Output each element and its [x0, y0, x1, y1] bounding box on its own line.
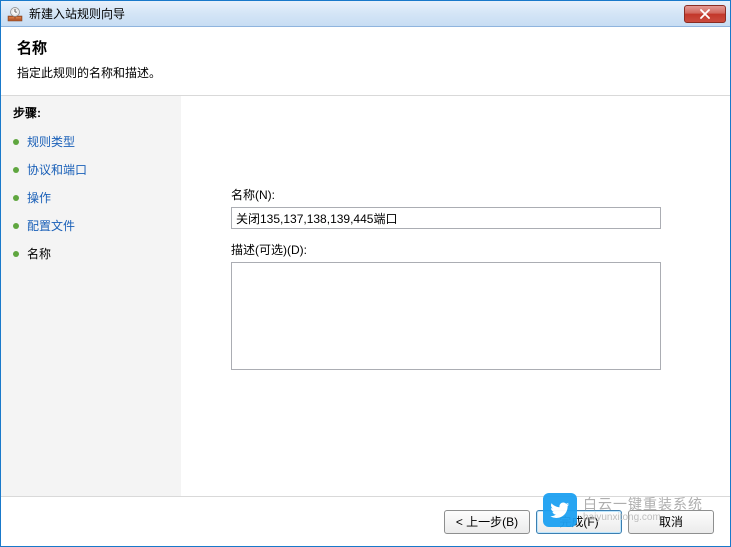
- description-label: 描述(可选)(D):: [231, 241, 680, 258]
- step-label: 名称: [27, 245, 51, 262]
- step-label: 操作: [27, 189, 51, 206]
- step-name[interactable]: 名称: [13, 245, 171, 262]
- steps-heading: 步骤:: [13, 104, 171, 121]
- name-input[interactable]: [231, 207, 661, 229]
- cancel-button[interactable]: 取消: [628, 510, 714, 534]
- titlebar: 新建入站规则向导: [1, 1, 730, 27]
- footer: < 上一步(B) 完成(F) 取消: [1, 496, 730, 546]
- back-button[interactable]: < 上一步(B): [444, 510, 530, 534]
- page-subtitle: 指定此规则的名称和描述。: [17, 64, 714, 81]
- close-button[interactable]: [684, 5, 726, 23]
- bullet-icon: [13, 167, 19, 173]
- wizard-dialog: 新建入站规则向导 名称 指定此规则的名称和描述。 步骤: 规则类型 协议和端口 …: [0, 0, 731, 547]
- step-profile[interactable]: 配置文件: [13, 217, 171, 234]
- step-label: 规则类型: [27, 133, 75, 150]
- step-label: 协议和端口: [27, 161, 87, 178]
- step-rule-type[interactable]: 规则类型: [13, 133, 171, 150]
- sidebar: 步骤: 规则类型 协议和端口 操作 配置文件 名称: [1, 96, 181, 496]
- app-icon: [7, 6, 23, 22]
- bullet-icon: [13, 139, 19, 145]
- close-icon: [700, 9, 710, 19]
- step-label: 配置文件: [27, 217, 75, 234]
- step-protocol-port[interactable]: 协议和端口: [13, 161, 171, 178]
- name-label: 名称(N):: [231, 186, 680, 203]
- body: 步骤: 规则类型 协议和端口 操作 配置文件 名称 名: [1, 96, 730, 496]
- bullet-icon: [13, 195, 19, 201]
- page-title: 名称: [17, 37, 714, 58]
- description-textarea[interactable]: [231, 262, 661, 370]
- bullet-icon: [13, 223, 19, 229]
- window-title: 新建入站规则向导: [29, 5, 684, 22]
- bullet-icon: [13, 251, 19, 257]
- finish-button[interactable]: 完成(F): [536, 510, 622, 534]
- step-action[interactable]: 操作: [13, 189, 171, 206]
- content-panel: 名称(N): 描述(可选)(D):: [181, 96, 730, 496]
- header: 名称 指定此规则的名称和描述。: [1, 27, 730, 96]
